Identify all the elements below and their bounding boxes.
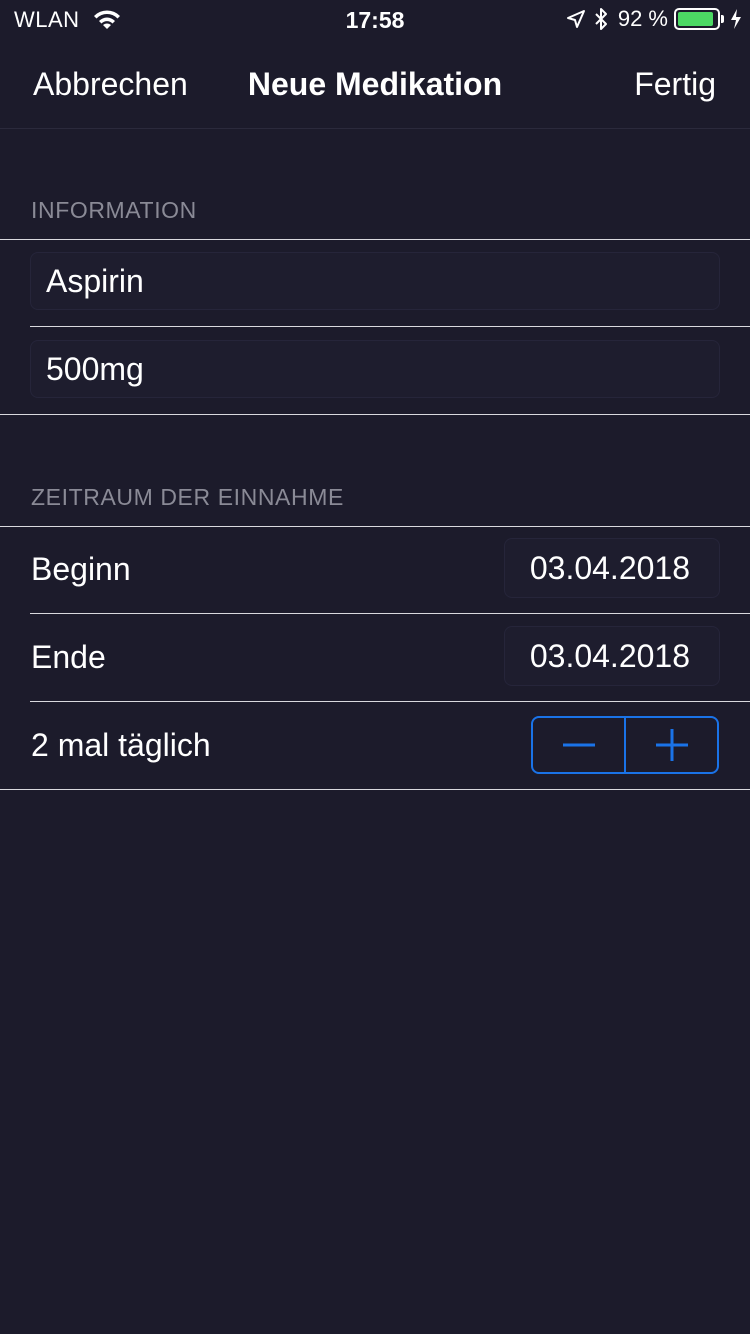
navigation-bar: Abbrechen Neue Medikation Fertig (0, 40, 750, 129)
section-header-information: INFORMATION (31, 197, 197, 223)
status-bar: WLAN 17:58 92 % (0, 0, 750, 40)
end-date-field[interactable] (504, 626, 720, 686)
dosage-input[interactable] (31, 341, 719, 397)
begin-date-input[interactable] (505, 539, 719, 597)
battery-tip (721, 15, 724, 23)
minus-icon (562, 743, 595, 747)
status-right: 92 % (566, 6, 742, 32)
divider (30, 613, 750, 614)
location-arrow-icon (566, 10, 585, 28)
increment-button[interactable] (626, 718, 717, 772)
end-date-input[interactable] (505, 627, 719, 685)
divider (0, 789, 750, 790)
bluetooth-icon (595, 8, 607, 30)
battery-percent: 92 % (617, 6, 668, 31)
frequency-stepper[interactable] (531, 716, 719, 774)
medication-name-field[interactable] (30, 252, 720, 310)
section-header-period: ZEITRAUM DER EINNAHME (31, 484, 344, 510)
divider (30, 326, 750, 327)
begin-label: Beginn (31, 551, 131, 587)
divider (0, 526, 750, 527)
done-button[interactable]: Fertig (634, 66, 716, 103)
charging-bolt-icon (731, 9, 741, 29)
divider (30, 701, 750, 702)
end-label: Ende (31, 639, 106, 675)
screen: WLAN 17:58 92 % Abbrechen Neue Medikatio… (0, 0, 750, 1334)
divider (0, 414, 750, 415)
battery-fill (678, 12, 713, 26)
cancel-button[interactable]: Abbrechen (33, 66, 188, 103)
plus-icon (655, 729, 688, 761)
medication-name-input[interactable] (31, 253, 719, 309)
dosage-field[interactable] (30, 340, 720, 398)
frequency-label: 2 mal täglich (31, 727, 211, 763)
decrement-button[interactable] (533, 718, 624, 772)
battery-icon (674, 8, 720, 30)
begin-date-field[interactable] (504, 538, 720, 598)
divider (0, 239, 750, 240)
